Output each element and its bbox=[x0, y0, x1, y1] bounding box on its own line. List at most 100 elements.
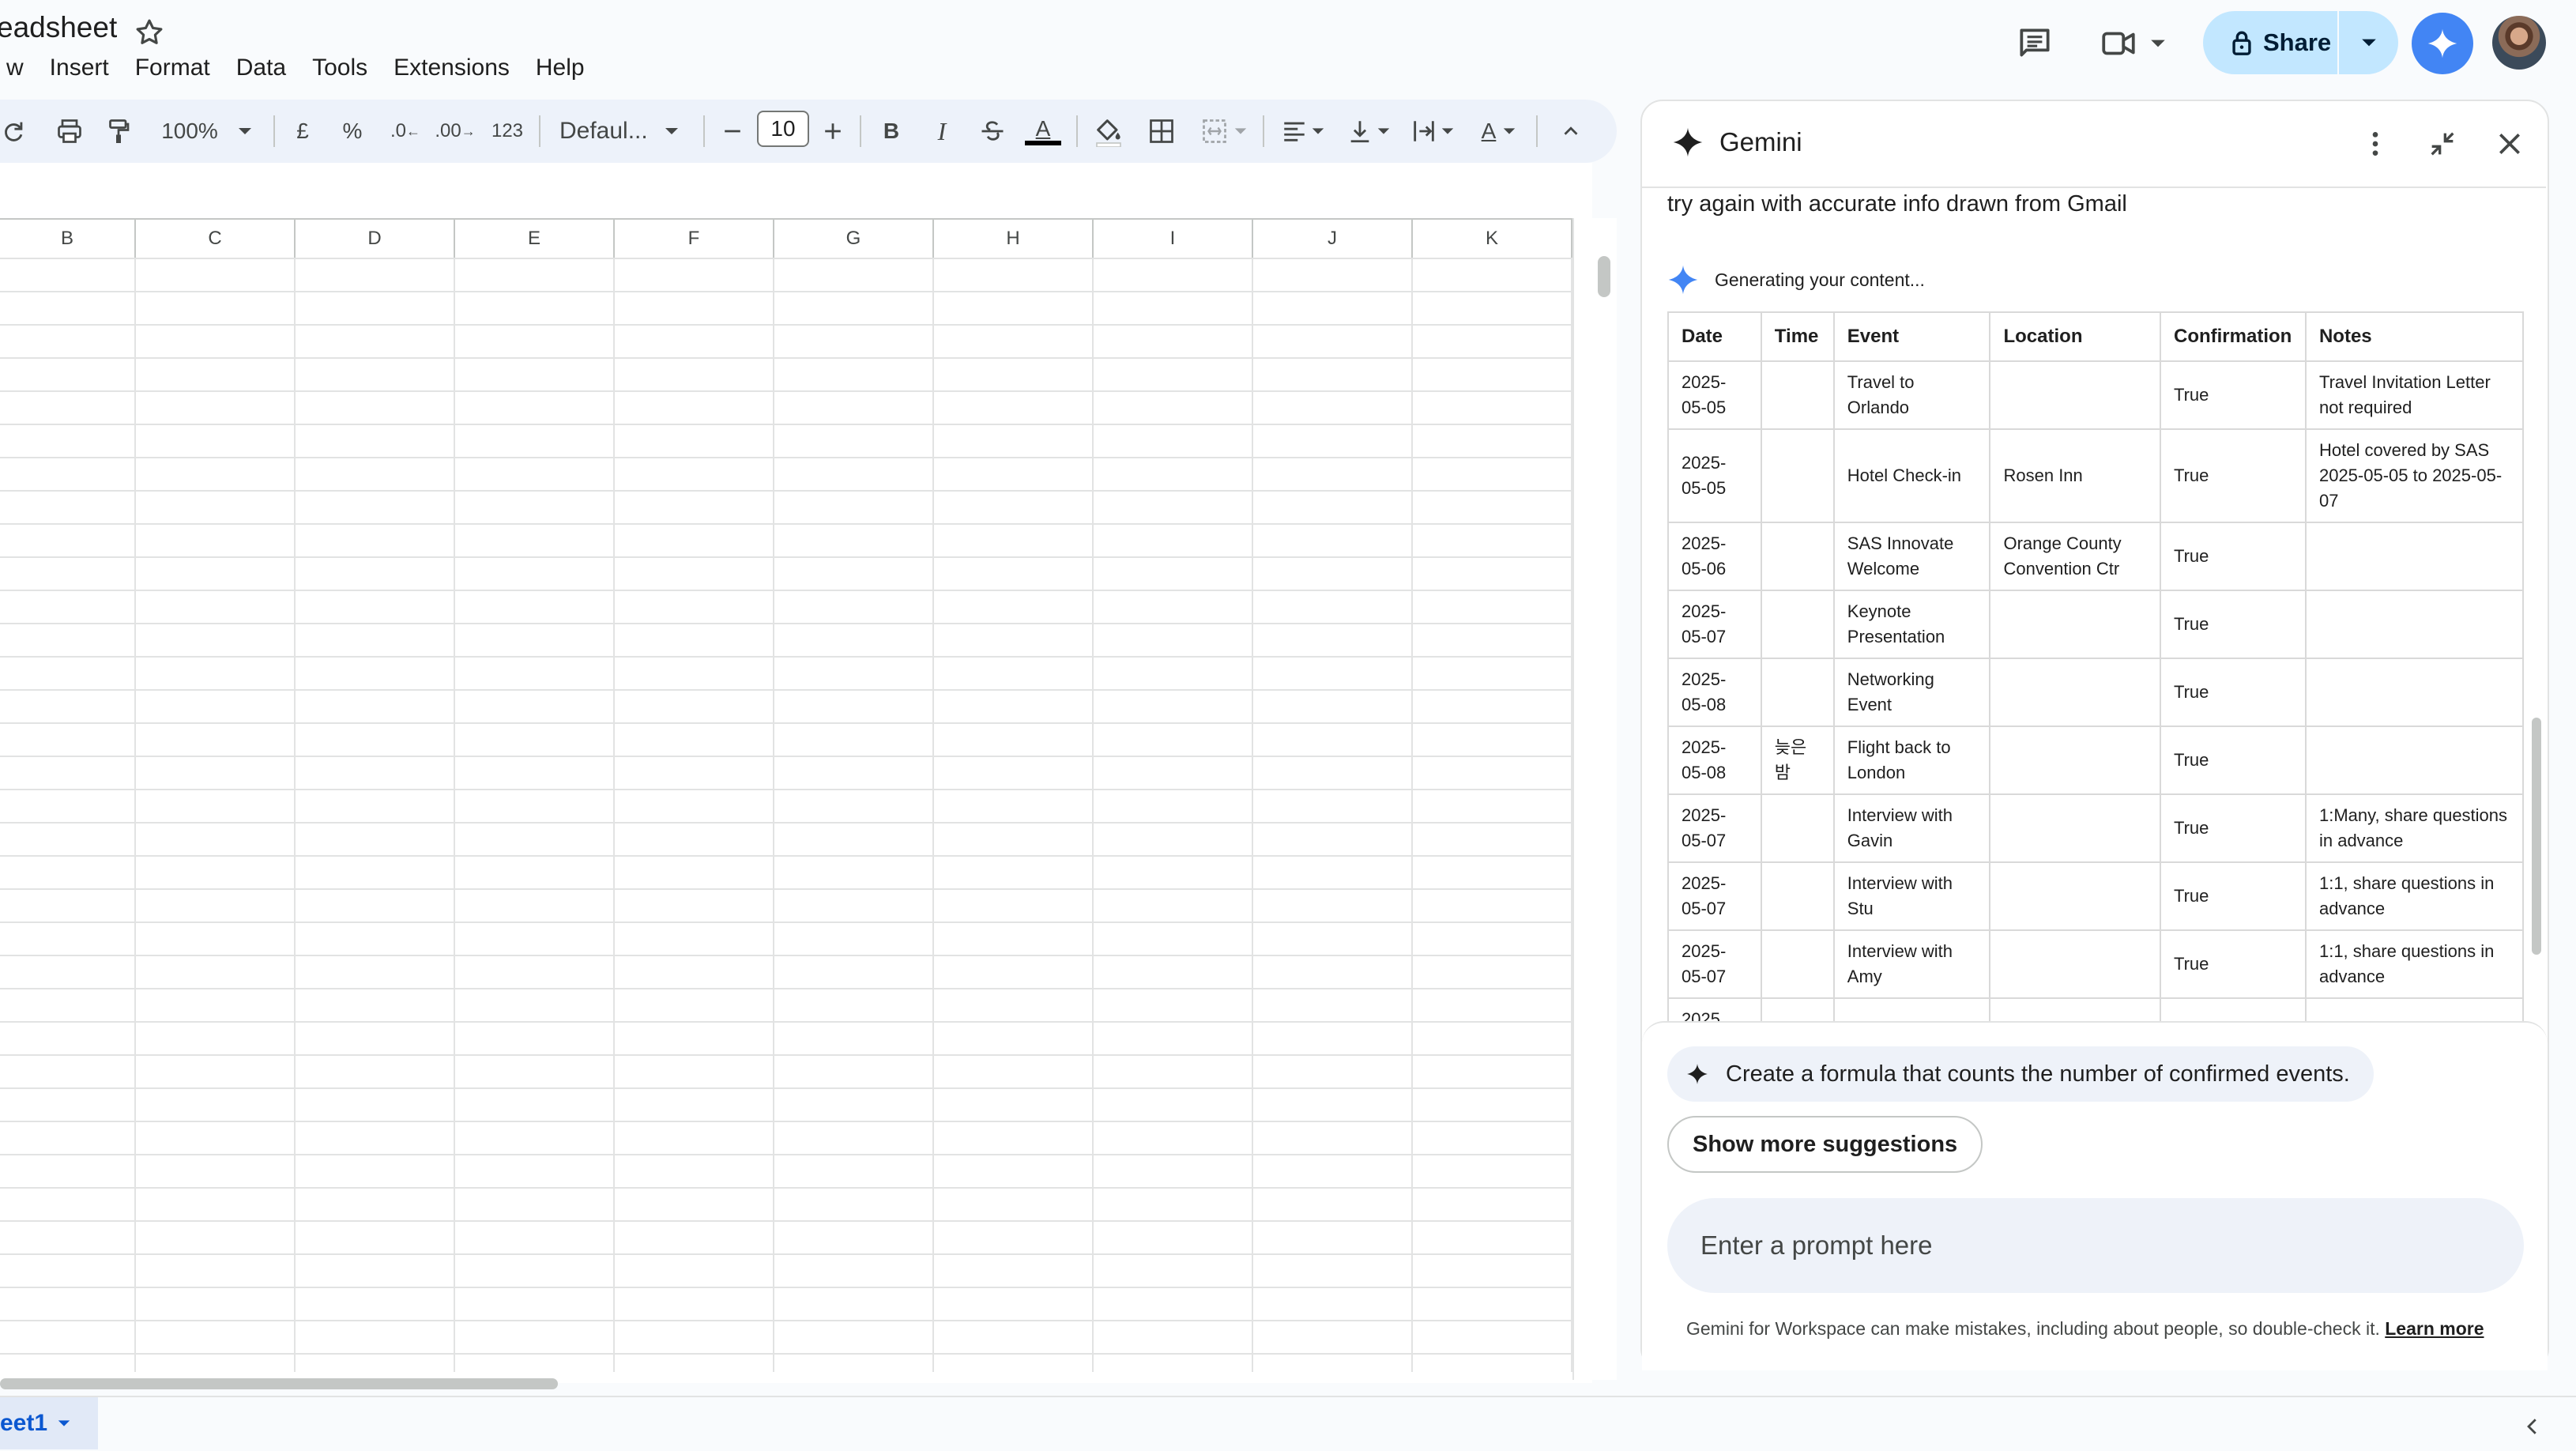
chevron-left-icon[interactable] bbox=[2521, 1415, 2544, 1438]
grid-line bbox=[773, 258, 774, 1372]
cell-grid[interactable] bbox=[0, 258, 1572, 1372]
menu-tools[interactable]: Tools bbox=[299, 51, 381, 85]
increase-font-size-button[interactable] bbox=[819, 113, 847, 149]
font-select[interactable]: Defaul... bbox=[559, 113, 686, 149]
decrease-decimal-label: .0 bbox=[390, 120, 406, 141]
more-formats-button[interactable]: 123 bbox=[488, 113, 526, 149]
chevron-up-icon[interactable] bbox=[1555, 113, 1587, 149]
horizontal-scrollbar-thumb[interactable] bbox=[0, 1378, 558, 1389]
table-row: 2025-05-06 SAS Innovate Welcome Orange C… bbox=[1667, 522, 2524, 591]
text-wrapping-icon[interactable] bbox=[1405, 113, 1460, 149]
gemini-toggle-button[interactable] bbox=[2412, 13, 2473, 74]
column-header-b[interactable]: B bbox=[0, 220, 136, 258]
text-color-button[interactable]: A bbox=[1024, 113, 1062, 149]
fill-color-icon[interactable] bbox=[1090, 113, 1127, 149]
prompt-input[interactable] bbox=[1699, 1230, 2461, 1261]
generating-status: Generating your content... bbox=[1667, 264, 1925, 296]
document-title[interactable]: eadsheet bbox=[0, 11, 117, 44]
menu-format[interactable]: Format bbox=[122, 51, 224, 85]
table-row: 2025-05-08 늦은 밤 Flight back to London Tr… bbox=[1667, 726, 2524, 795]
zoom-select[interactable]: 100% bbox=[152, 113, 262, 149]
decrease-decimal-button[interactable]: .0 ← bbox=[387, 113, 424, 149]
share-button[interactable]: Share bbox=[2203, 11, 2337, 74]
horizontal-align-icon[interactable] bbox=[1275, 113, 1331, 149]
cell-location bbox=[1989, 929, 2161, 999]
header-location: Location bbox=[1989, 311, 2161, 362]
header-date: Date bbox=[1667, 311, 1762, 362]
column-header-f[interactable]: F bbox=[615, 220, 774, 258]
percent-button[interactable]: % bbox=[338, 113, 367, 149]
column-header-i[interactable]: I bbox=[1094, 220, 1253, 258]
disclaimer-text: Gemini for Workspace can make mistakes, … bbox=[1686, 1318, 2380, 1339]
column-header-d[interactable]: D bbox=[296, 220, 455, 258]
sheet-tab[interactable]: eet1 bbox=[0, 1397, 98, 1449]
show-more-suggestions-button[interactable]: Show more suggestions bbox=[1667, 1116, 1983, 1173]
column-header-h[interactable]: H bbox=[934, 220, 1094, 258]
minimize-icon[interactable] bbox=[2427, 128, 2458, 160]
column-header-c[interactable]: C bbox=[136, 220, 296, 258]
cell-date: 2025-05-06 bbox=[1667, 522, 1762, 591]
cell-time bbox=[1760, 997, 1835, 1021]
avatar[interactable] bbox=[2492, 16, 2546, 70]
column-header-j[interactable]: J bbox=[1253, 220, 1413, 258]
currency-button[interactable]: £ bbox=[289, 113, 316, 149]
vertical-scrollbar-track[interactable] bbox=[1572, 218, 1617, 1380]
comment-icon[interactable] bbox=[2015, 24, 2054, 63]
column-header-k[interactable]: K bbox=[1413, 220, 1572, 258]
font-name: Defaul... bbox=[559, 118, 648, 144]
vertical-align-icon[interactable] bbox=[1343, 113, 1394, 149]
cell-confirmation: True bbox=[2159, 522, 2307, 591]
cell-time bbox=[1760, 590, 1835, 659]
text-rotation-button[interactable]: A bbox=[1471, 113, 1527, 149]
cell-confirmation: True bbox=[2159, 360, 2307, 430]
merge-cells-icon[interactable] bbox=[1196, 113, 1252, 149]
vertical-scrollbar-thumb[interactable] bbox=[1598, 256, 1610, 297]
menu-help[interactable]: Help bbox=[523, 51, 598, 85]
redo-icon[interactable] bbox=[0, 113, 27, 149]
decrease-font-size-button[interactable] bbox=[719, 113, 746, 149]
bold-button[interactable]: B bbox=[876, 113, 907, 149]
cell-confirmation: True bbox=[2159, 428, 2307, 523]
gemini-sparkle-icon bbox=[1667, 264, 1699, 296]
toolbar-divider bbox=[703, 115, 705, 147]
learn-more-link[interactable]: Learn more bbox=[2385, 1318, 2484, 1339]
table-row: 2025-05-07 Keynote Presentation True bbox=[1667, 590, 2524, 659]
column-header-e[interactable]: E bbox=[455, 220, 615, 258]
star-icon[interactable] bbox=[133, 16, 166, 49]
cell-time bbox=[1760, 522, 1835, 591]
grid-line bbox=[134, 258, 136, 1372]
cell-notes bbox=[2304, 726, 2524, 795]
cell-location: Rosen Inn bbox=[1989, 428, 2161, 523]
strikethrough-icon[interactable] bbox=[975, 113, 1010, 149]
cell-event: Hotel Check-in bbox=[1832, 428, 1991, 523]
close-icon[interactable] bbox=[2494, 128, 2525, 160]
menu-data[interactable]: Data bbox=[224, 51, 299, 85]
increase-decimal-label: .00 bbox=[435, 120, 461, 141]
menu-extensions[interactable]: Extensions bbox=[381, 51, 523, 85]
cell-event: Flight back to London bbox=[1832, 726, 1991, 795]
header-notes: Notes bbox=[2304, 311, 2524, 362]
borders-icon[interactable] bbox=[1144, 113, 1179, 149]
meet-button[interactable] bbox=[2099, 24, 2170, 63]
zoom-value: 100% bbox=[161, 119, 218, 143]
cell-date: 2025 bbox=[1667, 997, 1762, 1021]
cell-event: Keynote Presentation bbox=[1832, 590, 1991, 659]
column-header-g[interactable]: G bbox=[774, 220, 934, 258]
share-dropdown[interactable] bbox=[2339, 34, 2398, 51]
menu-insert[interactable]: Insert bbox=[37, 51, 122, 85]
generated-table: Date Time Event Location Confirmation No… bbox=[1667, 311, 2524, 1021]
increase-decimal-button[interactable]: .00 → bbox=[435, 113, 476, 149]
cell-notes: Travel Invitation Letter not required bbox=[2304, 360, 2524, 430]
more-vert-icon[interactable] bbox=[2359, 128, 2391, 160]
font-size-input[interactable]: 10 bbox=[757, 111, 809, 147]
suggestion-chip[interactable]: Create a formula that counts the number … bbox=[1667, 1046, 2374, 1102]
grid-line bbox=[1411, 258, 1413, 1372]
gemini-scrollbar-thumb[interactable] bbox=[2532, 718, 2541, 955]
menu-view[interactable]: w bbox=[0, 51, 37, 85]
toolbar-divider bbox=[273, 115, 275, 147]
cell-time bbox=[1760, 658, 1835, 727]
italic-button[interactable]: I bbox=[926, 113, 958, 149]
paint-format-icon[interactable] bbox=[103, 113, 134, 149]
grid-line bbox=[294, 258, 296, 1372]
print-icon[interactable] bbox=[54, 113, 85, 149]
